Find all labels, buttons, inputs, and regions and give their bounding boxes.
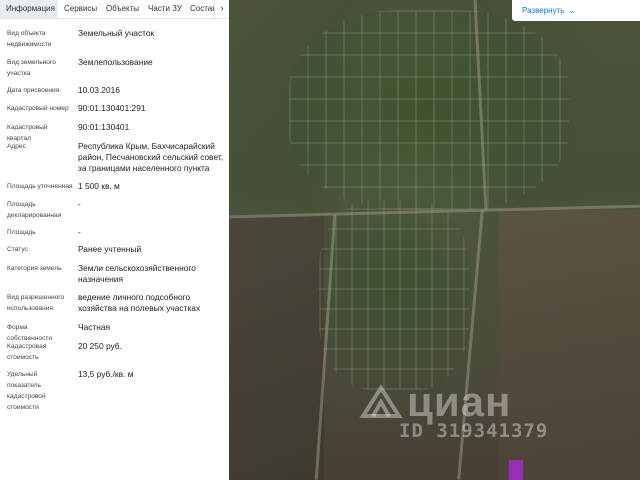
detail-label: Вид земельного участка [7, 59, 56, 77]
detail-label: Кадастровая стоимость [7, 343, 47, 361]
detail-value: - [78, 199, 81, 209]
detail-value: Республика Крым, Бахчисарайский район, П… [78, 141, 224, 173]
detail-label: Вид разрешенного использования [7, 294, 65, 312]
detail-value: 90:01:130401:291 [78, 103, 146, 113]
tab-land-parts[interactable]: Части ЗУ [142, 0, 184, 18]
detail-value: - [78, 227, 81, 237]
detail-value: Землепользование [78, 57, 153, 67]
detail-label: Адрес [7, 143, 26, 150]
detail-value: 10.03.2016 [78, 85, 120, 95]
tab-information[interactable]: Информация [0, 0, 58, 18]
tabs-scroll-right-button[interactable]: › [214, 0, 229, 18]
detail-value: Ранее учтенный [78, 244, 142, 254]
detail-value: 1 500 кв. м [78, 181, 120, 191]
detail-value: Частная [78, 322, 111, 332]
detail-label: Статус [7, 246, 28, 253]
detail-value: Земли сельскохозяйственного назначения [78, 263, 196, 284]
map-marker[interactable] [509, 460, 523, 480]
expand-map-label: Развернуть [522, 6, 565, 15]
satellite-map[interactable]: Развернуть ⌄ циан ID 319341379 [229, 0, 640, 480]
map-settlement [289, 10, 569, 210]
tab-composition[interactable]: Состав [184, 0, 217, 18]
expand-map-button[interactable]: Развернуть ⌄ [512, 0, 640, 21]
detail-label: Кадастровый номер [7, 105, 69, 112]
detail-label: Категория земель [7, 265, 62, 272]
map-field [229, 215, 324, 480]
detail-value: Земельный участок [78, 28, 155, 38]
detail-value: ведение личного подсобного хозяйства на … [78, 292, 201, 313]
watermark-id: ID 319341379 [399, 420, 549, 442]
tab-bar: Информация Сервисы Объекты Части ЗУ Сост… [0, 0, 229, 19]
detail-label: Площадь уточненная [7, 183, 73, 190]
chevron-down-icon: ⌄ [568, 6, 576, 15]
detail-label: Вид объекта недвижимости [7, 30, 52, 48]
detail-label: Удельный показатель кадастровой стоимост… [7, 371, 46, 411]
cian-logo-icon [359, 384, 403, 418]
info-panel: Информация Сервисы Объекты Части ЗУ Сост… [0, 0, 229, 480]
tab-objects[interactable]: Объекты [100, 0, 142, 18]
detail-value: 20 250 руб. [78, 341, 122, 351]
map-settlement [319, 200, 469, 390]
detail-label: Дата присвоения [7, 87, 60, 94]
detail-label: Площадь декларированная [7, 201, 62, 219]
detail-value: 13,5 руб./кв. м [78, 369, 134, 379]
watermark-brand: циан [407, 378, 512, 425]
detail-label: Площадь [7, 229, 36, 236]
detail-value: 90:01:130401 [78, 122, 130, 132]
tab-services[interactable]: Сервисы [58, 0, 100, 18]
